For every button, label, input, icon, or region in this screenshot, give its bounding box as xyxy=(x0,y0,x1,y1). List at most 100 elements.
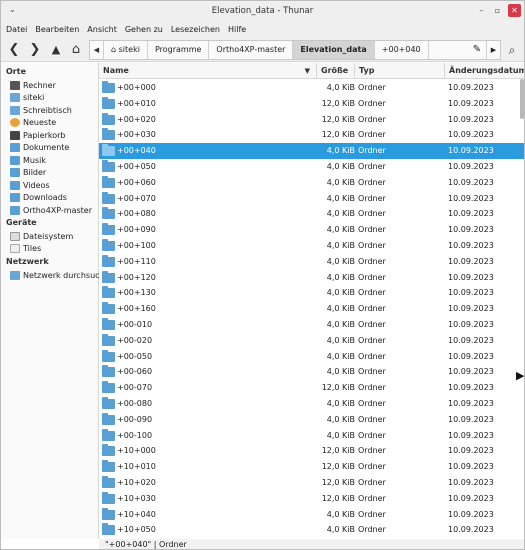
file-name: +00+000 xyxy=(117,83,156,92)
mouse-cursor-icon: ▶ xyxy=(516,369,525,382)
file-size: 4,0 KiB xyxy=(326,193,355,203)
file-date: 10.09.2023 xyxy=(448,241,494,250)
menu-hilfe[interactable]: Hilfe xyxy=(228,25,246,34)
path-crumb-programme[interactable]: Programme xyxy=(148,41,210,59)
table-row[interactable]: +00-060 4,0 KiB Ordner 10.09.2023 xyxy=(99,364,524,380)
table-row[interactable]: +00+050 4,0 KiB Ordner 10.09.2023 xyxy=(99,159,524,175)
up-icon[interactable]: ▲ xyxy=(48,41,64,59)
table-row[interactable]: +10+020 12,0 KiB Ordner 10.09.2023 xyxy=(99,475,524,491)
sidebar-item-downloads[interactable]: Downloads xyxy=(10,192,67,204)
path-crumb-subfolder[interactable]: +00+040 xyxy=(375,41,429,59)
file-size: 4,0 KiB xyxy=(326,209,355,219)
table-row[interactable]: +10+030 12,0 KiB Ordner 10.09.2023 xyxy=(99,491,524,507)
file-size: 4,0 KiB xyxy=(326,83,355,92)
network-icon xyxy=(10,270,20,280)
table-row[interactable]: +10+010 12,0 KiB Ordner 10.09.2023 xyxy=(99,459,524,475)
file-size: 4,0 KiB xyxy=(326,414,355,424)
file-size: 4,0 KiB xyxy=(326,256,355,266)
file-name: +00-090 xyxy=(117,414,153,424)
table-row[interactable]: +00-090 4,0 KiB Ordner 10.09.2023 xyxy=(99,412,524,428)
folder-icon xyxy=(102,239,115,251)
folder-icon xyxy=(10,205,20,215)
table-row[interactable]: +00+070 4,0 KiB Ordner 10.09.2023 xyxy=(99,191,524,207)
table-row[interactable]: +00+030 12,0 KiB Ordner 10.09.2023 xyxy=(99,127,524,143)
sidebar-item-tiles[interactable]: Tiles xyxy=(10,243,41,255)
forward-icon[interactable]: ❯ xyxy=(27,41,43,59)
maximize-icon[interactable]: ▫ xyxy=(491,4,504,17)
menu-datei[interactable]: Datei xyxy=(6,25,27,34)
path-crumb-ortho4xp[interactable]: Ortho4XP-master xyxy=(209,41,294,59)
table-row[interactable]: +00-010 4,0 KiB Ordner 10.09.2023 xyxy=(99,317,524,333)
table-row[interactable]: +00-020 4,0 KiB Ordner 10.09.2023 xyxy=(99,333,524,349)
path-scroll-right-icon[interactable]: ▶ xyxy=(486,41,500,59)
table-row[interactable]: +10+000 12,0 KiB Ordner 10.09.2023 xyxy=(99,443,524,459)
column-header-date[interactable]: Änderungsdatum xyxy=(445,63,524,79)
file-list: Name ▼ Größe Typ Änderungsdatum +00+000 4,… xyxy=(99,63,524,539)
sidebar-item-rechner[interactable]: Rechner xyxy=(10,79,56,91)
path-crumb-elevation[interactable]: Elevation_data xyxy=(293,41,375,59)
file-name: +00-050 xyxy=(117,351,153,361)
file-type: Ordner xyxy=(358,367,386,377)
column-header-name[interactable]: Name ▼ xyxy=(99,63,317,79)
file-name: +10+030 xyxy=(117,493,156,503)
path-scroll-left-icon[interactable]: ◀ xyxy=(90,41,104,59)
desktop-icon xyxy=(10,105,20,115)
sidebar-item-bilder[interactable]: Bilder xyxy=(10,167,46,179)
file-size: 4,0 KiB xyxy=(326,509,355,519)
back-icon[interactable]: ❮ xyxy=(6,41,22,59)
file-date: 10.09.2023 xyxy=(448,193,494,203)
table-row[interactable]: +00+010 12,0 KiB Ordner 10.09.2023 xyxy=(99,96,524,112)
sidebar-item-papierkorb[interactable]: Papierkorb xyxy=(10,129,66,141)
table-row[interactable]: +00+090 4,0 KiB Ordner 10.09.2023 xyxy=(99,222,524,238)
scrollbar-thumb[interactable] xyxy=(520,79,524,119)
menu-ansicht[interactable]: Ansicht xyxy=(87,25,117,34)
edit-path-icon[interactable]: ✎ xyxy=(468,41,486,59)
sidebar-item-neueste[interactable]: Neueste xyxy=(10,117,56,129)
table-row[interactable]: +00+060 4,0 KiB Ordner 10.09.2023 xyxy=(99,175,524,191)
menu-gehen-zu[interactable]: Gehen zu xyxy=(125,25,163,34)
sidebar-item-dokumente[interactable]: Dokumente xyxy=(10,142,69,154)
sidebar-item-netzwerk[interactable]: Netzwerk durchsuc... xyxy=(10,269,107,281)
folder-icon xyxy=(10,155,20,165)
path-crumb-home[interactable]: ⌂ siteki xyxy=(104,41,148,59)
sidebar-item-schreibtisch[interactable]: Schreibtisch xyxy=(10,104,72,116)
file-date: 10.09.2023 xyxy=(448,225,494,235)
folder-icon xyxy=(102,81,115,93)
column-header-type[interactable]: Typ xyxy=(355,63,445,79)
close-icon[interactable]: ✕ xyxy=(508,4,521,17)
file-size: 4,0 KiB xyxy=(326,525,355,535)
file-size: 12,0 KiB xyxy=(321,446,355,456)
table-row[interactable]: +10+050 4,0 KiB Ordner 10.09.2023 xyxy=(99,522,524,538)
table-row[interactable]: +00+110 4,0 KiB Ordner 10.09.2023 xyxy=(99,254,524,270)
sidebar-item-dateisystem[interactable]: Dateisystem xyxy=(10,230,73,242)
file-date: 10.09.2023 xyxy=(448,367,494,377)
table-row[interactable]: +10+040 4,0 KiB Ordner 10.09.2023 xyxy=(99,507,524,523)
minimize-icon[interactable]: – xyxy=(475,4,488,17)
table-row[interactable]: +00+100 4,0 KiB Ordner 10.09.2023 xyxy=(99,238,524,254)
folder-icon xyxy=(10,168,20,177)
table-row[interactable]: +00+130 4,0 KiB Ordner 10.09.2023 xyxy=(99,285,524,301)
table-row[interactable]: +00+040 4,0 KiB Ordner 10.09.2023 xyxy=(99,143,524,159)
table-row[interactable]: +00-100 4,0 KiB Ordner 10.09.2023 xyxy=(99,428,524,444)
menu-bearbeiten[interactable]: Bearbeiten xyxy=(35,25,79,34)
table-row[interactable]: +00+020 12,0 KiB Ordner 10.09.2023 xyxy=(99,112,524,128)
table-row[interactable]: +00+120 4,0 KiB Ordner 10.09.2023 xyxy=(99,270,524,286)
table-row[interactable]: +00+080 4,0 KiB Ordner 10.09.2023 xyxy=(99,206,524,222)
file-type: Ordner xyxy=(358,399,386,408)
folder-icon xyxy=(102,333,115,346)
column-header-size[interactable]: Größe xyxy=(317,63,355,79)
table-row[interactable]: +00-050 4,0 KiB Ordner 10.09.2023 xyxy=(99,349,524,365)
sidebar-item-ortho4xp[interactable]: Ortho4XP-master xyxy=(10,204,92,216)
sidebar-item-label: Ortho4XP-master xyxy=(23,205,93,215)
table-row[interactable]: +00+000 4,0 KiB Ordner 10.09.2023 xyxy=(99,80,524,96)
table-row[interactable]: +00-080 4,0 KiB Ordner 10.09.2023 xyxy=(99,396,524,412)
search-icon[interactable]: ⌕ xyxy=(504,41,520,59)
sidebar-item-videos[interactable]: Videos xyxy=(10,179,50,191)
file-type: Ordner xyxy=(358,335,386,345)
home-icon[interactable]: ⌂ xyxy=(68,41,84,59)
table-row[interactable]: +00-070 12,0 KiB Ordner 10.09.2023 xyxy=(99,380,524,396)
table-row[interactable]: +00+160 4,0 KiB Ordner 10.09.2023 xyxy=(99,301,524,317)
sidebar-item-musik[interactable]: Musik xyxy=(10,154,46,166)
sidebar-item-siteki[interactable]: siteki xyxy=(10,92,44,104)
menu-lesezeichen[interactable]: Lesezeichen xyxy=(171,25,220,34)
